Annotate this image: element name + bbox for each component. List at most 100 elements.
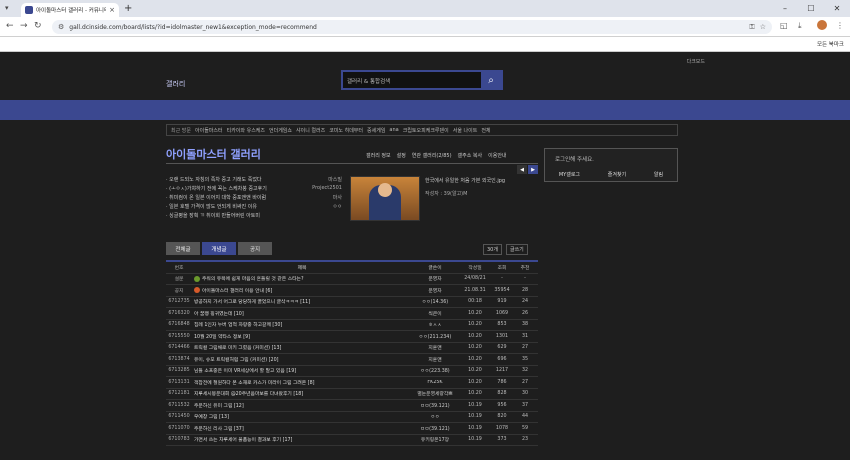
notice-title[interactable]: · (ㅗㅇㅅ)가챠하기 전에 꼭는 스케차붕 중고후기: [166, 185, 312, 194]
notice-item[interactable]: · 취미컴이 온 일본 이어지 대학 중포앤앤 바이럼 마사: [166, 194, 342, 203]
post-writer[interactable]: 운영자: [410, 275, 460, 282]
recent-item[interactable]: 아이돌마스터: [195, 127, 223, 134]
post-title[interactable]: 방공하지 가서 어그로 당당하게 끌었으니 글삭ㅋㅋㅋ [11]: [192, 298, 410, 305]
table-row[interactable]: 6711532 주운하신 유미 그림 [12] ㅁㅁ(39.121) 10.19 956…: [166, 400, 538, 412]
recent-item[interactable]: 중세게임: [367, 127, 385, 134]
close-tab-icon[interactable]: ×: [109, 6, 115, 14]
tab-0[interactable]: 전체글: [166, 242, 200, 255]
login-link[interactable]: 알림: [654, 171, 663, 178]
post-title-text[interactable]: 방공하지 가서 어그로 당당하게 끌었으니 글삭ㅋㅋㅋ [11]: [194, 300, 310, 305]
post-writer[interactable]: 별눈운영세량각쁘: [410, 390, 460, 397]
featured-post[interactable]: 한국에서 유일한 처음 가본 외국인.jpg 작성자 : 39(알고)M: [425, 177, 535, 197]
notice-title[interactable]: · 싱글평을 장획 ㄲ 취이회 만들어버린 아토미: [166, 212, 314, 221]
post-writer[interactable]: 지훈맨: [410, 356, 460, 363]
all-bookmarks-link[interactable]: 모든 북마크: [817, 40, 844, 48]
gallery-menu-item[interactable]: 설정: [397, 152, 406, 159]
post-title[interactable]: 아 꿈쨍 핑귀였는데 [10]: [192, 310, 410, 317]
extensions-icon[interactable]: ◱: [780, 21, 788, 30]
key-icon[interactable]: ⚿: [749, 23, 754, 32]
post-title-text[interactable]: 아이돌마스터 갤러리 이용 안내 [6]: [202, 289, 272, 294]
download-icon[interactable]: ⤓: [798, 21, 802, 31]
table-row[interactable]: 6714466 트릭컬 그림채로 미키 그렸음 (커미션) [13] 지훈맨 10.2…: [166, 343, 538, 354]
site-info-icon[interactable]: ⚙: [58, 23, 64, 31]
post-title[interactable]: 가면서 쓰는 차루세어 물품능이 결과보 후기 [17]: [192, 436, 410, 443]
post-writer[interactable]: ㅁㅁ(39.121): [410, 402, 460, 409]
post-title[interactable]: 트릭컬 그림채로 미키 그렸음 (커미션) [13]: [192, 344, 410, 351]
post-title[interactable]: 주워의 유목에 쉽게 마음의 흔들릴 것 같은 스타는?: [192, 275, 410, 282]
post-title[interactable]: 주운하신 유미 그림 [12]: [192, 402, 410, 409]
recent-item[interactable]: 샤이니 컬러즈: [296, 127, 325, 134]
post-writer[interactable]: 씩큰이: [410, 310, 460, 317]
post-writer[interactable]: 운영자: [410, 287, 460, 294]
recent-item[interactable]: ana: [389, 127, 398, 133]
next-icon[interactable]: ▶: [528, 165, 538, 174]
gallery-title[interactable]: 아이돌마스터 갤러리: [166, 146, 261, 162]
table-row[interactable]: 6716848 집례 1인자 누버 업적 자랑중 하고갈께 [30] ㅎㅅㅅ 10.2…: [166, 320, 538, 331]
list-count-select[interactable]: 30개: [483, 244, 502, 255]
table-row[interactable]: 6712735 방공하지 가서 어그로 당당하게 끌었으니 글삭ㅋㅋㅋ [11] ㅇ…: [166, 297, 538, 308]
notice-title[interactable]: · 취미컴이 온 일본 이어지 대학 중포앤앤 바이럼: [166, 194, 314, 203]
close-window-icon[interactable]: ✕: [824, 0, 850, 17]
post-title-text[interactable]: 주워의 유목에 쉽게 마음의 흔들릴 것 같은 스타는?: [202, 277, 303, 282]
post-title-text[interactable]: 트릭컬 그림채로 미키 그렸음 (커미션) [13]: [194, 346, 281, 351]
post-title[interactable]: 집례 1인자 누버 업적 자랑중 하고갈께 [30]: [192, 321, 410, 328]
bookmark-star-icon[interactable]: ☆: [760, 23, 766, 31]
post-writer[interactable]: ㅇㅇ: [410, 413, 460, 420]
notice-item[interactable]: · 오랜 드되노 자칭의 족차 중고 기래도 죽었다 마스빌: [166, 176, 342, 185]
table-row[interactable]: 6713874 유이, 슈포 트릭컬처럼 그림 (커미션) [20] 지훈맨 10.2…: [166, 354, 538, 366]
url-text[interactable]: gall.dcinside.com/board/lists/?id=idolma…: [69, 24, 744, 31]
recent-item[interactable]: 서울 나이트: [453, 127, 478, 134]
post-title-text[interactable]: 가면서 쓰는 차루세어 물품능이 결과보 후기 [17]: [194, 438, 292, 443]
recent-all-link[interactable]: 전체: [481, 127, 490, 134]
search-button[interactable]: ⌕: [481, 72, 501, 88]
login-link[interactable]: MY갤로그: [559, 171, 580, 178]
post-title-text[interactable]: 아 꿈쨍 핑귀였는데 [10]: [194, 312, 244, 317]
recent-item[interactable]: 크립토오피케크루덴이: [403, 127, 449, 134]
forward-icon[interactable]: →: [20, 21, 28, 31]
featured-thumbnail[interactable]: [350, 176, 420, 221]
post-writer[interactable]: ㅇㅇ(223.38): [410, 367, 460, 374]
table-row[interactable]: 6713285 님들 소프중은 이미 VR세상에서 할 말고 있음 [19] ㅇㅇ(…: [166, 366, 538, 377]
login-message[interactable]: 로그인해 주세요.: [555, 155, 594, 163]
search-input[interactable]: 갤러리 & 통합검색: [343, 72, 481, 88]
reload-icon[interactable]: ↻: [34, 21, 42, 31]
post-writer[interactable]: FK25K: [410, 380, 460, 385]
recent-item[interactable]: 티카이와 유스케즈: [227, 127, 265, 134]
new-tab-icon[interactable]: +: [124, 3, 132, 14]
post-title-text[interactable]: 주운하신 유미 그림 [12]: [194, 404, 244, 409]
featured-title[interactable]: 한국에서 유일한 처음 가본 외국인.jpg: [425, 177, 535, 184]
table-row[interactable]: 설문 주워의 유목에 쉽게 마음의 흔들릴 것 같은 스타는? 운영자 24/08/2…: [166, 274, 538, 285]
post-title[interactable]: 지루세시봉운대회 @20주년옴마보를 다녀왔후기 [18]: [192, 390, 410, 397]
post-writer[interactable]: ㅇㅇ(14.36): [410, 298, 460, 305]
recent-item[interactable]: 코미노 히데부터: [329, 127, 363, 134]
prev-icon[interactable]: ◀: [517, 165, 527, 174]
login-link[interactable]: 즐겨찾기: [608, 171, 626, 178]
browser-tab[interactable]: 아이돌마스터 갤러리 - 커뮤니티 ×: [21, 3, 119, 17]
notice-title[interactable]: · 일본 호텔 가격이 많도 언되게 비싸진 이유: [166, 203, 314, 212]
table-row[interactable]: 6711070 주운하신 리사 그림 [37] ㅁㅁ(39.121) 10.19 107…: [166, 423, 538, 435]
address-bar[interactable]: ⚙ gall.dcinside.com/board/lists/?id=idol…: [52, 20, 772, 34]
post-title-text[interactable]: 주운하신 리사 그림 [37]: [194, 427, 244, 432]
menu-icon[interactable]: ⋮: [836, 21, 844, 30]
table-row[interactable]: 공지 아이돌마스터 갤러리 이용 안내 [6] 운영자 21.08.31 35954 28: [166, 285, 538, 297]
tab-2[interactable]: 공지: [238, 242, 272, 255]
post-title[interactable]: 객잡전에 절원하다 본 소재로 카스가 미라이 그림 그려온 [8]: [192, 379, 410, 386]
post-writer[interactable]: 지훈맨: [410, 344, 460, 351]
gallery-menu-item[interactable]: 연관 갤러리(2/85): [412, 152, 452, 159]
notice-item[interactable]: · 싱글평을 장획 ㄲ 취이회 만들어버린 아토미: [166, 212, 342, 221]
notice-item[interactable]: · (ㅗㅇㅅ)가챠하기 전에 꼭는 스케차붕 중고후기 Project2501: [166, 185, 342, 194]
post-title-text[interactable]: 집례 1인자 누버 업적 자랑중 하고갈께 [30]: [194, 323, 282, 328]
post-writer[interactable]: ㅁㅁ(39.121): [410, 425, 460, 432]
back-icon[interactable]: ←: [6, 21, 14, 31]
profile-avatar[interactable]: [817, 20, 827, 30]
tab-search-icon[interactable]: ▾: [5, 4, 15, 13]
table-row[interactable]: 6711450 우예창 그림 [13] ㅇㅇ 10.19 820 44: [166, 412, 538, 423]
post-writer[interactable]: 유키링온17장: [410, 436, 460, 443]
site-logo[interactable]: 갤러리: [166, 79, 185, 89]
notice-title[interactable]: · 오랜 드되노 자칭의 족차 중고 기래도 죽었다: [166, 176, 314, 185]
post-title[interactable]: 유이, 슈포 트릭컬처럼 그림 (커미션) [20]: [192, 356, 410, 363]
post-title[interactable]: 우예창 그림 [13]: [192, 413, 410, 420]
recent-item[interactable]: 언더게임쇼: [269, 127, 292, 134]
post-title-text[interactable]: 객잡전에 절원하다 본 소재로 카스가 미라이 그림 그려온 [8]: [194, 381, 315, 386]
post-title[interactable]: 주운하신 리사 그림 [37]: [192, 425, 410, 432]
